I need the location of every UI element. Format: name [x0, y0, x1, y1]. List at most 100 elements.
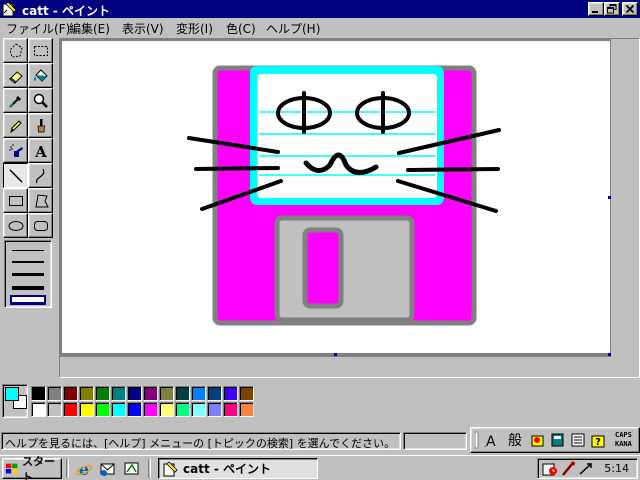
minimize-icon: [592, 11, 598, 13]
eyedropper-icon: [8, 95, 21, 108]
foreground-color[interactable]: [5, 387, 19, 401]
status-coordinates-cell: [403, 432, 467, 450]
palette-swatch[interactable]: [159, 386, 174, 401]
ime-pad-button[interactable]: [529, 430, 547, 450]
menu-bar: ファイル(F) 編集(E) 表示(V) 変形(I) 色(C) ヘルプ(H): [0, 18, 640, 37]
minimize-button[interactable]: [588, 2, 604, 16]
horizontal-scrollbar[interactable]: [60, 357, 639, 377]
palette-swatch[interactable]: [223, 386, 238, 401]
rectangle-tool[interactable]: [3, 188, 28, 213]
palette-swatch[interactable]: [111, 402, 126, 417]
taskbar-paint-button[interactable]: catt - ペイント: [158, 458, 318, 479]
rounded-rectangle-tool[interactable]: [28, 213, 53, 238]
palette-swatch[interactable]: [127, 386, 142, 401]
palette-swatch[interactable]: [207, 386, 222, 401]
restore-button[interactable]: [604, 2, 620, 16]
ime-conversion-mode[interactable]: 般: [505, 430, 525, 450]
menu-help[interactable]: ヘルプ(H): [266, 20, 320, 37]
toolbox: A: [0, 38, 57, 378]
text-tool[interactable]: A: [28, 138, 53, 163]
eraser-tool[interactable]: [3, 63, 28, 88]
ime-dictionary-button[interactable]: [549, 430, 567, 450]
polygon-icon: [34, 193, 49, 207]
fill-tool[interactable]: [28, 63, 53, 88]
eraser-icon: [8, 70, 23, 84]
curve-icon: [35, 168, 44, 183]
ime-input-mode[interactable]: A-: [483, 430, 503, 450]
palette-swatch[interactable]: [47, 402, 62, 417]
rectangle-icon: [8, 195, 23, 206]
scheduler-icon[interactable]: [542, 461, 558, 477]
menu-edit[interactable]: 編集(E): [69, 20, 110, 37]
palette-swatch[interactable]: [223, 402, 238, 417]
palette-swatch[interactable]: [95, 386, 110, 401]
palette-swatch[interactable]: [175, 386, 190, 401]
ellipse-tool[interactable]: [3, 213, 28, 238]
volume-icon[interactable]: [560, 461, 576, 477]
free-form-select-tool[interactable]: [3, 38, 28, 63]
vertical-scrollbar[interactable]: [611, 39, 639, 359]
taskbar-paint-label: catt - ペイント: [183, 462, 272, 476]
palette-swatch[interactable]: [143, 402, 158, 417]
keyboard-layout-icon[interactable]: [578, 461, 594, 477]
quicklaunch-ie[interactable]: e: [74, 459, 94, 479]
line-width-5[interactable]: [12, 297, 44, 302]
palette-swatch[interactable]: [31, 386, 46, 401]
quicklaunch-desktop[interactable]: [122, 459, 142, 479]
line-width-4[interactable]: [12, 286, 44, 290]
text-icon: A: [34, 143, 47, 160]
start-button[interactable]: スタート: [2, 455, 62, 480]
title-bar[interactable]: catt - ペイント: [0, 0, 640, 18]
palette-swatch[interactable]: [159, 402, 174, 417]
palette-swatch[interactable]: [47, 386, 62, 401]
palette-swatch[interactable]: [111, 386, 126, 401]
brush-tool[interactable]: [28, 113, 53, 138]
palette-swatch[interactable]: [79, 402, 94, 417]
polygon-tool[interactable]: [28, 188, 53, 213]
free-form-select-icon: [8, 42, 23, 58]
palette-swatch[interactable]: [63, 386, 78, 401]
internet-explorer-icon: e: [76, 460, 92, 478]
menu-colors[interactable]: 色(C): [226, 20, 256, 37]
ime-direct-input-icon: A-: [484, 434, 496, 449]
line-width-3[interactable]: [12, 273, 44, 276]
rect-select-tool[interactable]: [28, 38, 53, 63]
palette-swatch[interactable]: [239, 402, 254, 417]
palette-swatch[interactable]: [63, 402, 78, 417]
palette-swatch[interactable]: [191, 402, 206, 417]
quicklaunch-outlook[interactable]: [98, 459, 118, 479]
close-button[interactable]: [622, 2, 638, 16]
line-width-selector: [4, 240, 52, 308]
ellipse-icon: [8, 220, 23, 231]
palette-swatch[interactable]: [31, 402, 46, 417]
palette-swatch[interactable]: [191, 386, 206, 401]
taskbar-clock[interactable]: 5:14: [604, 462, 629, 475]
magnifier-tool[interactable]: [28, 88, 53, 113]
palette-swatch[interactable]: [239, 386, 254, 401]
palette-swatch[interactable]: [127, 402, 142, 417]
pick-color-tool[interactable]: [3, 88, 28, 113]
mail-icon: [100, 463, 115, 476]
line-width-1[interactable]: [12, 250, 44, 251]
palette-swatch[interactable]: [79, 386, 94, 401]
line-tool[interactable]: [3, 163, 28, 188]
palette-swatch[interactable]: [207, 402, 222, 417]
ime-help-button[interactable]: ?: [589, 430, 609, 450]
ime-pad-icon-button[interactable]: [569, 430, 587, 450]
line-width-2[interactable]: [12, 261, 44, 263]
cat-floppy-drawing: [187, 65, 501, 326]
airbrush-tool[interactable]: [3, 138, 28, 163]
pencil-tool[interactable]: [3, 113, 28, 138]
drawing-canvas[interactable]: [62, 41, 610, 353]
curve-tool[interactable]: [28, 163, 53, 188]
menu-image[interactable]: 変形(I): [176, 20, 213, 37]
palette-swatch[interactable]: [95, 402, 110, 417]
palette-swatch[interactable]: [175, 402, 190, 417]
ime-grip[interactable]: [473, 430, 481, 450]
caps-indicator: CAPS KANA: [615, 431, 632, 449]
svg-text:?: ?: [595, 437, 601, 448]
menu-file[interactable]: ファイル(F): [6, 20, 70, 37]
palette-swatch[interactable]: [143, 386, 158, 401]
resize-handle-bottom[interactable]: [334, 353, 337, 356]
menu-view[interactable]: 表示(V): [122, 20, 164, 37]
